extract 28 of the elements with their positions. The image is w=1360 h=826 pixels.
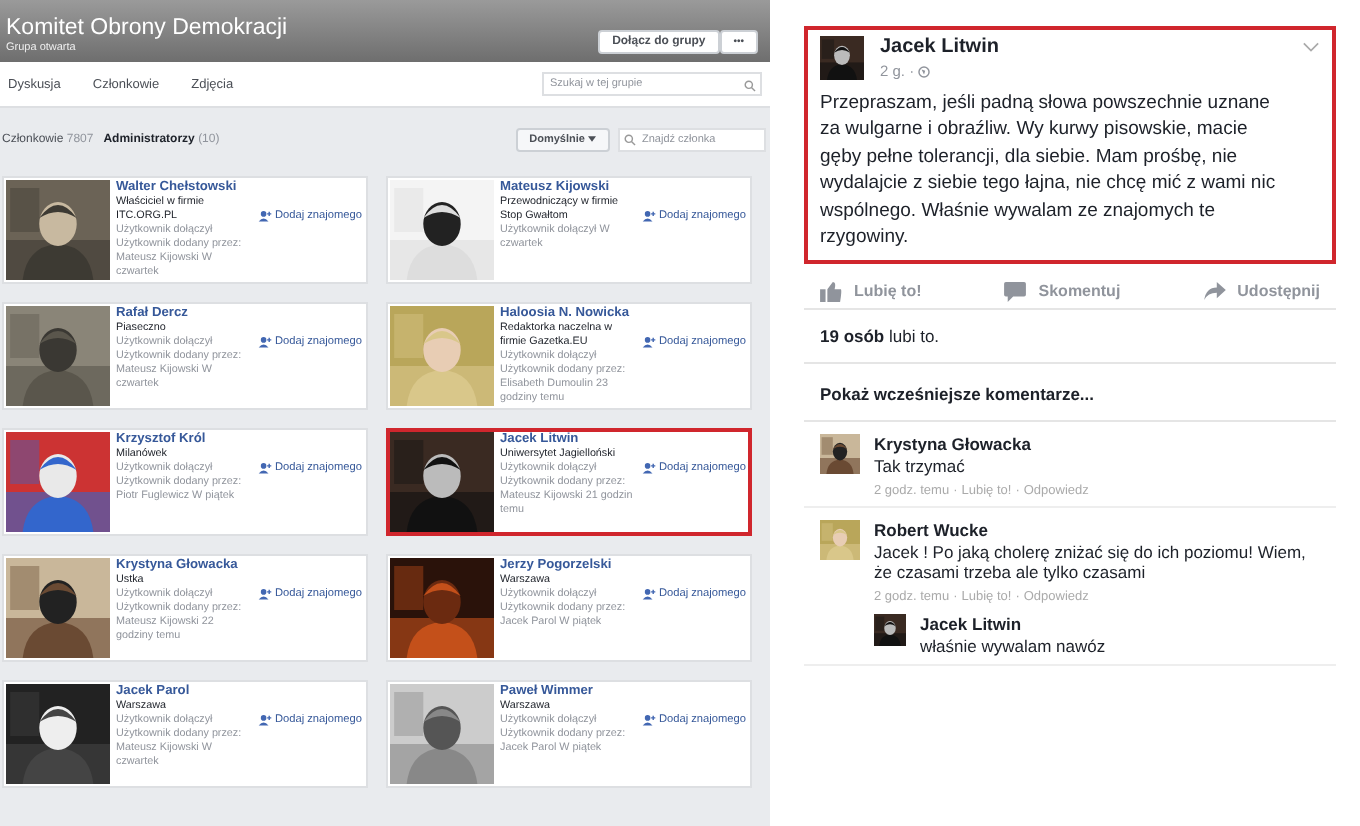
add-friend-icon: [258, 210, 273, 222]
author-name[interactable]: Jacek Litwin: [880, 36, 1286, 58]
add-friend-icon: [642, 210, 657, 222]
comment-text: Jacek ! Po jaką cholerę zniżać się do ich poziomu! Wiem, że czasami trzeba ale tylko czasami: [874, 541, 1308, 584]
comment-author[interactable]: Krystyna Głowacka: [874, 434, 1320, 455]
add-friend-icon: [642, 462, 657, 474]
speech-bubble-icon: [1004, 282, 1027, 303]
share-arrow-icon: [1203, 282, 1226, 301]
group-title[interactable]: Komitet Obrony Demokracji: [6, 16, 288, 42]
likes-count[interactable]: 19 osób lubi to.: [804, 310, 1336, 365]
comment-text: właśnie wywalam nawóz: [920, 635, 1108, 657]
caret-icon: [588, 136, 596, 142]
globe-icon: [918, 65, 931, 77]
add-friend-icon: [258, 588, 273, 600]
chevron-icon[interactable]: [1302, 42, 1320, 52]
comment-author[interactable]: Robert Wucke: [874, 519, 1320, 540]
search-icon: [744, 80, 756, 92]
more-comments-link[interactable]: Pokaż wcześniejsze komentarze...: [804, 364, 1336, 423]
comment-author[interactable]: Jacek Litwin: [920, 613, 1320, 634]
add-friend-icon: [258, 462, 273, 474]
add-friend-icon: [642, 336, 657, 348]
add-friend-icon: [642, 714, 657, 726]
add-friend-icon: [642, 588, 657, 600]
add-friend-icon: [258, 336, 273, 348]
add-friend-icon: [258, 714, 273, 726]
comment-text: Tak trzymać: [874, 456, 967, 478]
thumbs-up-icon: [820, 282, 842, 303]
post-text: Przepraszam, jeśli padną słowa powszechnie uznane za wulgarne i obraźliw. Wy kurwy pisowskie, macie gęby pełne tolerancji, dla siebie. Mam prośbę, nie wydalajcie z siebie tego łajna, nie chcę mić z wami nic wspólnego. Właśnie wywalam ze znajomych te rzygowiny.: [820, 90, 1278, 251]
